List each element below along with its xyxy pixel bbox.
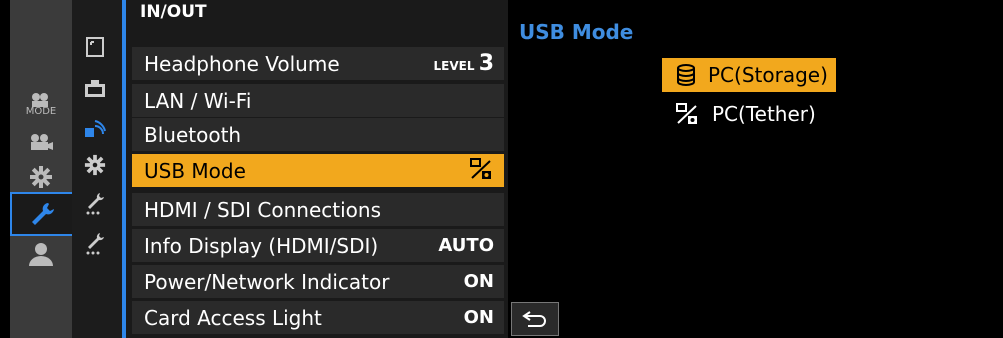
- tab-my-menu[interactable]: [10, 232, 72, 276]
- tab-setup[interactable]: [10, 192, 72, 236]
- wrench-icon: [32, 203, 54, 225]
- option-label: PC(Storage): [708, 63, 828, 87]
- option-label: PC(Tether): [712, 102, 816, 126]
- return-arrow-icon: [522, 311, 546, 327]
- option-pc-tether[interactable]: PC(Tether): [662, 97, 836, 131]
- menu-item-label: Headphone Volume: [144, 51, 340, 76]
- tether-icon: [676, 103, 700, 125]
- subtab-others-2[interactable]: [72, 226, 118, 260]
- small-wrench-icon: [86, 193, 104, 215]
- menu-item-usb-mode[interactable]: USB Mode: [132, 154, 504, 187]
- monitor-icon: [85, 80, 105, 97]
- option-pc-storage[interactable]: PC(Storage): [662, 58, 836, 92]
- subtab-in-out[interactable]: [72, 110, 118, 144]
- storage-icon: [676, 64, 696, 86]
- menu-item-bluetooth[interactable]: Bluetooth: [132, 118, 504, 151]
- menu-item-label: Bluetooth: [144, 122, 242, 147]
- menu-item-value: LEVEL 3: [433, 51, 494, 76]
- subtab-others-1[interactable]: [72, 186, 118, 220]
- menu-item-label: LAN / Wi-Fi: [144, 88, 252, 113]
- subtab-setting[interactable]: [72, 148, 118, 182]
- subtab-card[interactable]: [72, 30, 118, 64]
- menu-item-value: ON: [463, 307, 494, 328]
- menu-item-hdmi-sdi[interactable]: HDMI / SDI Connections: [132, 193, 504, 226]
- sub-tab-column: [72, 0, 122, 338]
- wireless-icon: [85, 120, 106, 137]
- menu-item-card-access-light[interactable]: Card Access Light ON: [132, 301, 504, 334]
- menu-item-lan-wifi[interactable]: LAN / Wi-Fi: [132, 84, 504, 117]
- menu-list: IN/OUT Headphone Volume LEVEL 3 LAN / Wi…: [122, 0, 508, 338]
- card-bracket-icon: [86, 37, 104, 57]
- menu-title: IN/OUT: [140, 2, 207, 22]
- menu-item-label: Power/Network Indicator: [144, 269, 390, 294]
- menu-item-value: ON: [463, 271, 494, 292]
- menu-item-label: USB Mode: [144, 158, 246, 183]
- movie-camera-icon: [31, 134, 53, 150]
- small-wrench-2-icon: [86, 233, 104, 255]
- mode-tab-label: MODE: [25, 105, 57, 117]
- main-tab-column: MODE: [10, 0, 72, 338]
- gear-icon: [30, 166, 52, 188]
- person-icon: [29, 243, 53, 266]
- gear-small-icon: [84, 154, 106, 176]
- submenu-title: USB Mode: [519, 20, 634, 44]
- menu-item-value: AUTO: [438, 235, 494, 256]
- menu-item-label: Card Access Light: [144, 305, 322, 330]
- menu-item-power-network-indicator[interactable]: Power/Network Indicator ON: [132, 265, 504, 298]
- menu-item-headphone-volume[interactable]: Headphone Volume LEVEL 3: [132, 47, 504, 80]
- subtab-monitor[interactable]: [72, 72, 118, 106]
- back-button[interactable]: [511, 302, 559, 336]
- menu-item-info-display[interactable]: Info Display (HDMI/SDI) AUTO: [132, 229, 504, 262]
- tether-icon: [470, 157, 494, 184]
- menu-item-label: HDMI / SDI Connections: [144, 197, 381, 222]
- menu-item-label: Info Display (HDMI/SDI): [144, 233, 379, 258]
